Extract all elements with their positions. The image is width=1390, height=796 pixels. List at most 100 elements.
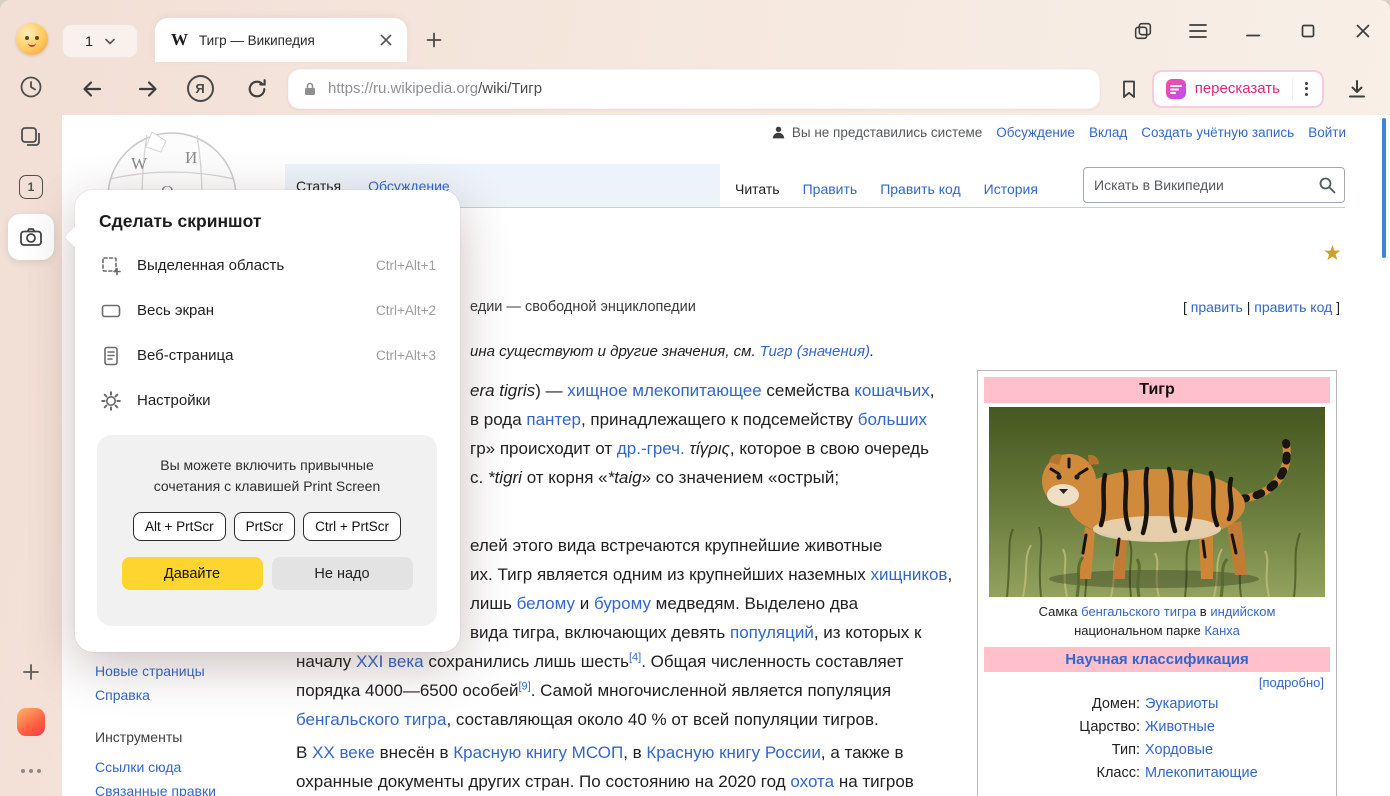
personal-link-login[interactable]: Войти bbox=[1308, 125, 1346, 140]
reload-button[interactable] bbox=[240, 72, 274, 106]
page-scrollbar[interactable] bbox=[1382, 118, 1386, 258]
minimize-icon[interactable] bbox=[1240, 18, 1266, 44]
menu-item-web-page[interactable]: Веб-страница Ctrl+Alt+3 bbox=[75, 333, 460, 378]
classification-header[interactable]: Научная классификация bbox=[984, 647, 1330, 672]
wikipedia-favicon: W bbox=[171, 30, 188, 50]
url-host: https://ru.wikipedia.org bbox=[328, 80, 478, 97]
menu-icon[interactable] bbox=[1185, 18, 1211, 44]
selection-area-icon bbox=[99, 255, 123, 277]
menu-item-label: Настройки bbox=[137, 392, 436, 409]
section-edit-links[interactable]: [ править | править код ] bbox=[1183, 299, 1340, 315]
wiki-search-input[interactable] bbox=[1094, 177, 1318, 193]
download-icon bbox=[1345, 77, 1369, 101]
tab-read[interactable]: Читать bbox=[735, 181, 780, 197]
yandex-logo-icon: Я bbox=[187, 75, 214, 102]
decline-button[interactable]: Не надо bbox=[272, 557, 413, 590]
taxon-label: Тип: bbox=[982, 739, 1140, 762]
personal-link-contribs[interactable]: Вклад bbox=[1089, 125, 1127, 140]
taxon-label: Царство: bbox=[982, 716, 1140, 739]
tiger-photo[interactable] bbox=[989, 407, 1325, 597]
tab-edit[interactable]: Править bbox=[803, 181, 858, 197]
article-line: их. Тигр является одним из крупнейших на… bbox=[470, 564, 952, 586]
search-icon[interactable] bbox=[1318, 176, 1336, 194]
plus-icon bbox=[22, 663, 40, 681]
tab-counter[interactable]: 1 bbox=[62, 24, 138, 58]
hint-text-line: сочетания с клавишей Print Screen bbox=[97, 476, 437, 497]
webpage-icon bbox=[99, 345, 123, 367]
sidebar-link-related-changes[interactable]: Связанные правки bbox=[95, 783, 216, 796]
downloads-button[interactable] bbox=[1340, 72, 1374, 106]
article-line: елей этого вида встречаются крупнейшие ж… bbox=[470, 535, 882, 557]
back-button[interactable] bbox=[75, 72, 109, 106]
menu-item-shortcut: Ctrl+Alt+1 bbox=[376, 258, 436, 273]
key-button-ctrl-prtscr[interactable]: Ctrl + PrtScr bbox=[303, 512, 401, 541]
panels-icon[interactable] bbox=[1130, 18, 1156, 44]
collections-icon bbox=[18, 124, 44, 150]
collections-button[interactable] bbox=[0, 117, 62, 157]
url-path: /wiki/Тигр bbox=[478, 80, 542, 97]
retell-button[interactable]: пересказать bbox=[1152, 70, 1324, 108]
menu-item-selected-area[interactable]: Выделенная область Ctrl+Alt+1 bbox=[75, 243, 460, 288]
details-link[interactable]: [подробно] bbox=[982, 672, 1332, 692]
article-line: В XX веке внесён в Красную книгу МСОП, в… bbox=[296, 742, 904, 764]
tabs-count-icon: 1 bbox=[19, 175, 43, 199]
popup-title: Сделать скриншот bbox=[75, 190, 460, 243]
key-button-alt-prtscr[interactable]: Alt + PrtScr bbox=[133, 512, 226, 541]
add-panel-button[interactable] bbox=[0, 652, 62, 692]
yandex-button[interactable]: Я bbox=[183, 72, 217, 106]
menu-item-label: Веб-страница bbox=[137, 347, 376, 364]
side-rail: 1 bbox=[0, 62, 62, 796]
plus-icon bbox=[426, 32, 442, 48]
screenshot-tool-button[interactable] bbox=[8, 214, 54, 260]
sidebar-link-what-links-here[interactable]: Ссылки сюда bbox=[95, 759, 181, 775]
menu-item-settings[interactable]: Настройки bbox=[75, 378, 460, 423]
personal-link-create-account[interactable]: Создать учётную запись bbox=[1141, 125, 1294, 140]
sidebar-link-help[interactable]: Справка bbox=[95, 687, 150, 703]
tabs-panel-button[interactable]: 1 bbox=[0, 167, 62, 207]
address-bar[interactable]: https://ru.wikipedia.org/wiki/Тигр bbox=[288, 69, 1100, 109]
more-dots-icon bbox=[21, 769, 41, 773]
browser-window: 1 W Тигр — Википедия bbox=[0, 0, 1390, 796]
taxon-value[interactable]: Хордовые bbox=[1145, 739, 1332, 762]
retell-menu-icon[interactable] bbox=[1296, 76, 1316, 102]
anon-user-label: Вы не представились системе bbox=[792, 125, 982, 140]
hint-text-line: Вы можете включить привычные bbox=[97, 455, 437, 476]
gear-icon bbox=[99, 390, 123, 412]
wiki-search-box bbox=[1083, 167, 1345, 203]
key-button-prtscr[interactable]: PrtScr bbox=[234, 512, 296, 541]
new-tab-button[interactable] bbox=[420, 26, 448, 54]
more-button[interactable] bbox=[0, 751, 62, 791]
user-icon bbox=[771, 125, 786, 140]
history-icon bbox=[18, 74, 44, 100]
close-icon[interactable] bbox=[1350, 18, 1376, 44]
taxon-value[interactable]: Эукариоты bbox=[1145, 693, 1332, 716]
profile-avatar[interactable] bbox=[16, 23, 48, 55]
site-tagline: едии — свободной энциклопедии bbox=[470, 299, 696, 315]
menu-item-full-screen[interactable]: Весь экран Ctrl+Alt+2 bbox=[75, 288, 460, 333]
tab-strip: 1 W Тигр — Википедия bbox=[0, 0, 1390, 62]
window-controls bbox=[1130, 18, 1376, 44]
anon-user: Вы не представились системе bbox=[771, 125, 982, 140]
article-line: с. *tigri от корня «*taig» со значением … bbox=[470, 467, 839, 489]
tab-close-icon[interactable] bbox=[375, 29, 397, 51]
menu-item-shortcut: Ctrl+Alt+2 bbox=[376, 303, 436, 318]
hint-actions: Давайте Не надо bbox=[97, 557, 437, 590]
article-line: гр» происходит от др.-греч. τίγρις, кото… bbox=[470, 438, 929, 460]
history-button[interactable] bbox=[0, 67, 62, 107]
tab-history[interactable]: История bbox=[984, 181, 1038, 197]
sidebar-link-new-pages[interactable]: Новые страницы bbox=[95, 663, 205, 679]
browser-tab[interactable]: W Тигр — Википедия bbox=[155, 18, 407, 62]
taxon-value[interactable]: Млекопитающие bbox=[1145, 762, 1332, 785]
accept-button[interactable]: Давайте bbox=[122, 557, 263, 590]
maximize-icon[interactable] bbox=[1295, 18, 1321, 44]
yandex-services-button[interactable] bbox=[0, 702, 62, 742]
shortcut-key-buttons: Alt + PrtScr PrtScr Ctrl + PrtScr bbox=[97, 512, 437, 541]
bookmark-button[interactable] bbox=[1112, 72, 1146, 106]
article-line: бенгальского тигра, составляющая около 4… bbox=[296, 709, 879, 731]
navigation-toolbar: Я https://ru.wikipedia.org/wiki/Тигр пер… bbox=[62, 62, 1390, 115]
article-line: порядка 4000—6500 особей[9]. Самой много… bbox=[296, 680, 891, 702]
forward-button[interactable] bbox=[131, 72, 165, 106]
tab-edit-source[interactable]: Править код bbox=[880, 181, 960, 197]
taxon-value[interactable]: Животные bbox=[1145, 716, 1332, 739]
personal-link-talk[interactable]: Обсуждение bbox=[996, 125, 1075, 140]
